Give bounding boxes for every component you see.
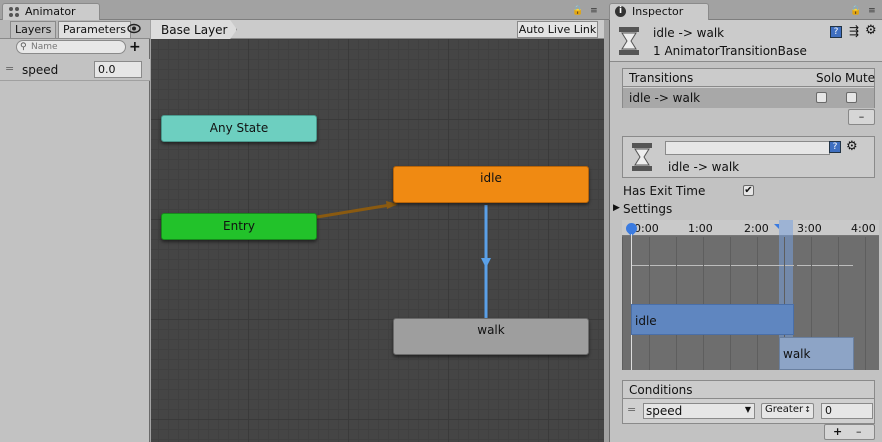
mode-arrow-icon: ↕ bbox=[804, 405, 811, 414]
inspector-tab[interactable]: i Inspector bbox=[609, 3, 709, 20]
settings-foldout-arrow-icon[interactable]: ▶ bbox=[613, 203, 620, 213]
eye-icon[interactable] bbox=[127, 23, 141, 34]
transition-name-input[interactable] bbox=[665, 141, 830, 155]
condition-drag-handle-icon[interactable]: = bbox=[627, 403, 636, 416]
inspector-tab-strip: i Inspector 🔒 ≡ bbox=[606, 0, 882, 20]
remove-transition-button[interactable]: – bbox=[848, 109, 875, 125]
transitions-header: Transitions Solo Mute bbox=[623, 69, 876, 87]
remove-transition-label: – bbox=[858, 110, 865, 123]
dropdown-arrow-icon: ▼ bbox=[744, 405, 751, 414]
condition-value: 0 bbox=[825, 404, 832, 417]
window-lock-menu-icon[interactable]: 🔒 ≡ bbox=[572, 6, 600, 16]
any-state-label: Any State bbox=[209, 121, 269, 135]
idle-walk-arrow-head bbox=[481, 258, 491, 268]
tab-layers-label: Layers bbox=[15, 23, 52, 36]
transition-list-row[interactable]: idle -> walk bbox=[623, 88, 874, 108]
entry-label: Entry bbox=[223, 219, 255, 233]
transition-row-label: idle -> walk bbox=[629, 91, 701, 105]
timeline-ruler: 0:00 1:00 2:00 3:00 4:00 bbox=[622, 220, 879, 236]
parameter-search-input[interactable]: ⚲ Name bbox=[16, 40, 126, 54]
transitions-list: Transitions Solo Mute idle -> walk bbox=[622, 68, 875, 108]
parameter-value: 0.0 bbox=[98, 63, 116, 76]
add-parameter-icon[interactable]: + bbox=[129, 39, 141, 55]
animator-left-panel: Layers Parameters ⚲ Name + = speed 0.0 bbox=[0, 20, 150, 442]
condition-row: = speed ▼ Greater ↕ 0 bbox=[623, 400, 874, 423]
entry-to-idle-transition[interactable] bbox=[316, 202, 397, 219]
solo-checkbox[interactable] bbox=[816, 92, 827, 103]
entry-node[interactable]: Entry bbox=[161, 213, 317, 240]
target-clip-label: walk bbox=[783, 347, 811, 361]
transition-detail-header: ? ⚙ idle -> walk bbox=[622, 136, 875, 178]
tab-layers[interactable]: Layers bbox=[10, 21, 57, 38]
any-state-node[interactable]: Any State bbox=[161, 115, 317, 142]
conditions-header: Conditions bbox=[623, 381, 874, 399]
inspector-title: idle -> walk bbox=[653, 26, 725, 40]
condition-mode-value: Greater bbox=[765, 404, 804, 415]
inspector-lock-menu-icon[interactable]: 🔒 ≡ bbox=[850, 6, 878, 16]
settings-gear-icon[interactable]: ⚙ bbox=[865, 23, 877, 38]
transition-icon bbox=[619, 27, 639, 55]
animator-tab-strip: Animator 🔒 ≡ bbox=[0, 0, 606, 20]
state-machine-graph[interactable]: Base Layer Auto Live Link Any State Entr… bbox=[151, 20, 604, 442]
transition-detail-icon bbox=[632, 143, 652, 171]
solo-header-label: Solo bbox=[816, 71, 842, 85]
idle-state-node[interactable]: idle bbox=[393, 166, 589, 203]
inspector-subtitle: 1 AnimatorTransitionBase bbox=[653, 44, 807, 58]
animator-tab-label: Animator bbox=[25, 5, 76, 18]
tick-0: 0:00 bbox=[634, 222, 659, 235]
search-icon: ⚲ bbox=[20, 42, 27, 52]
conditions-header-label: Conditions bbox=[629, 383, 693, 397]
idle-label: idle bbox=[480, 171, 502, 185]
transition-detail-name: idle -> walk bbox=[668, 160, 740, 174]
source-clip-bar[interactable]: idle bbox=[631, 304, 794, 335]
tab-parameters[interactable]: Parameters bbox=[58, 21, 131, 38]
parameter-row: = speed 0.0 bbox=[0, 59, 150, 81]
detail-help-icon[interactable]: ? bbox=[829, 141, 841, 153]
mute-header-label: Mute bbox=[845, 71, 876, 85]
has-exit-time-checkbox[interactable]: ✔ bbox=[743, 185, 754, 196]
condition-parameter-value: speed bbox=[646, 404, 683, 418]
transitions-header-label: Transitions bbox=[629, 71, 694, 85]
detail-gear-icon[interactable]: ⚙ bbox=[846, 139, 858, 154]
source-clip-label: idle bbox=[635, 314, 657, 328]
transition-timeline[interactable]: 0:00 1:00 2:00 3:00 4:00 idle walk bbox=[622, 220, 879, 370]
inspector-panel: idle -> walk 1 AnimatorTransitionBase ? … bbox=[609, 20, 882, 442]
animator-tab[interactable]: Animator bbox=[2, 3, 100, 20]
walk-state-node[interactable]: walk bbox=[393, 318, 589, 355]
search-placeholder: Name bbox=[31, 42, 58, 52]
settings-label[interactable]: Settings bbox=[623, 202, 672, 216]
tick-1: 1:00 bbox=[688, 222, 713, 235]
condition-mode-dropdown[interactable]: Greater ↕ bbox=[761, 403, 814, 419]
condition-parameter-dropdown[interactable]: speed ▼ bbox=[643, 403, 755, 419]
inspector-header: idle -> walk 1 AnimatorTransitionBase ? … bbox=[610, 20, 882, 62]
tick-3: 3:00 bbox=[797, 222, 822, 235]
tick-2: 2:00 bbox=[744, 222, 769, 235]
inspector-tab-label: Inspector bbox=[632, 5, 684, 18]
tick-4: 4:00 bbox=[851, 222, 876, 235]
tab-parameters-label: Parameters bbox=[63, 23, 126, 36]
drag-handle-icon[interactable]: = bbox=[5, 62, 14, 75]
info-icon: i bbox=[615, 6, 626, 17]
has-exit-time-label: Has Exit Time bbox=[623, 184, 706, 198]
parameter-name[interactable]: speed bbox=[22, 63, 58, 77]
mute-checkbox[interactable] bbox=[846, 92, 857, 103]
add-condition-button[interactable]: + bbox=[833, 425, 842, 439]
animator-icon bbox=[9, 7, 19, 17]
remove-condition-button[interactable]: – bbox=[856, 425, 862, 439]
condition-value-field[interactable]: 0 bbox=[821, 403, 873, 419]
help-icon[interactable]: ? bbox=[830, 26, 842, 38]
walk-label: walk bbox=[477, 323, 505, 337]
target-clip-bar[interactable]: walk bbox=[779, 337, 854, 370]
layers-parameters-tabs: Layers Parameters bbox=[0, 20, 150, 39]
exit-marker[interactable] bbox=[774, 224, 779, 229]
parameter-value-field[interactable]: 0.0 bbox=[94, 61, 142, 78]
preset-icon[interactable]: ⇶ bbox=[849, 24, 859, 38]
add-remove-condition-buttons: + – bbox=[824, 424, 875, 440]
conditions-list: Conditions = speed ▼ Greater ↕ 0 bbox=[622, 380, 875, 424]
